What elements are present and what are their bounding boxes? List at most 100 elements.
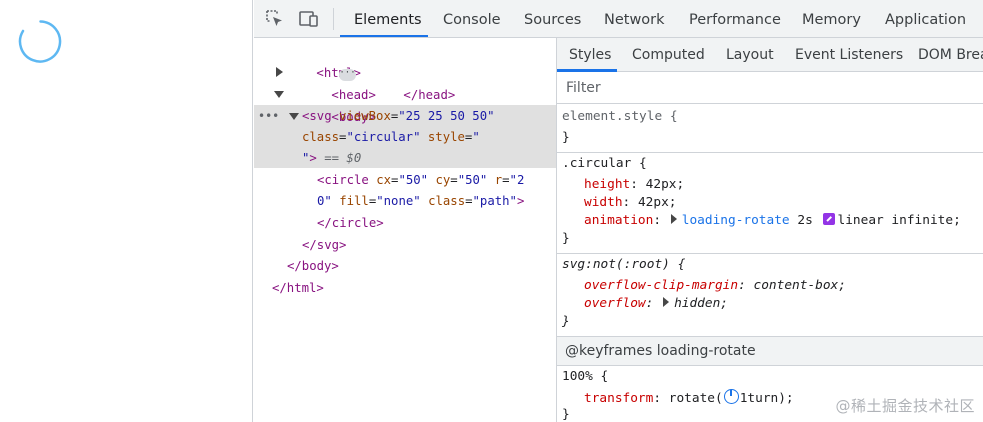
tab-event-listeners[interactable]: Event Listeners bbox=[795, 38, 903, 72]
val-height: 42px; bbox=[645, 177, 685, 192]
loading-spinner-icon bbox=[18, 20, 62, 63]
tag-circle-gt: > bbox=[516, 194, 525, 208]
rule-circular-close: } bbox=[562, 231, 570, 246]
dom-node-circle-close: </circle> bbox=[317, 213, 384, 235]
attr-viewbox: viewBox bbox=[339, 109, 391, 123]
val-fill: "none" bbox=[376, 194, 421, 208]
tab-sources[interactable]: Sources bbox=[524, 0, 581, 38]
tab-styles[interactable]: Styles bbox=[569, 38, 611, 72]
decl-transform[interactable]: transform: rotate(1turn); bbox=[584, 389, 794, 406]
val-viewbox: "25 25 50 50" bbox=[398, 109, 495, 123]
link-loading-rotate[interactable]: loading-rotate bbox=[682, 213, 790, 228]
page-preview bbox=[0, 0, 253, 422]
rule-separator bbox=[557, 152, 983, 153]
attr-class: class bbox=[302, 130, 340, 144]
tag-circle: <circle bbox=[317, 173, 369, 187]
val-r-part2: 0" bbox=[317, 194, 332, 208]
prop-animation: animation bbox=[584, 213, 654, 228]
val-style-open: " bbox=[472, 130, 480, 144]
rule-separator bbox=[557, 253, 983, 254]
val-cx: "50" bbox=[398, 173, 429, 187]
keyframe-selector[interactable]: 100% { bbox=[562, 369, 608, 384]
val-duration: 2s bbox=[797, 213, 813, 228]
tag-svg-close: </svg> bbox=[302, 238, 347, 252]
inspect-element-icon[interactable] bbox=[264, 8, 286, 30]
active-tab-indicator bbox=[340, 35, 428, 37]
rule-element-style-selector[interactable]: element.style { bbox=[562, 109, 678, 124]
dom-node-body-close: </body> bbox=[287, 256, 339, 278]
node-actions-icon[interactable]: ••• bbox=[258, 106, 279, 128]
val-width: 42px; bbox=[637, 195, 677, 210]
prop-width: width bbox=[584, 195, 623, 210]
dom-node-svg-line2: class="circular" style=" bbox=[302, 130, 480, 144]
val-class: "circular" bbox=[346, 130, 421, 144]
decl-height[interactable]: height: 42px; bbox=[584, 177, 684, 192]
filter-input[interactable] bbox=[566, 78, 866, 98]
attr-style: style bbox=[427, 130, 465, 144]
watermark: @稀土掘金技术社区 bbox=[835, 397, 975, 415]
collapse-body-icon[interactable] bbox=[274, 91, 284, 98]
val-circle-class: "path" bbox=[472, 194, 517, 208]
tag-head-close: </head> bbox=[403, 87, 456, 102]
tab-computed[interactable]: Computed bbox=[632, 38, 705, 72]
angle-clock-icon[interactable] bbox=[723, 389, 739, 404]
rule-svg-not-root-close: } bbox=[562, 314, 570, 329]
val-animation-rest: linear infinite; bbox=[837, 213, 961, 228]
expand-animation-icon[interactable] bbox=[670, 214, 677, 224]
dom-node-svg[interactable]: <svg viewBox="25 25 50 50" bbox=[302, 106, 495, 128]
tab-elements[interactable]: Elements bbox=[354, 0, 422, 38]
val-transform-fn: rotate( bbox=[668, 391, 723, 406]
rule-svg-not-root-selector[interactable]: svg:not(:root) { bbox=[562, 257, 685, 272]
val-r-part1: "2 bbox=[509, 173, 525, 187]
attr-cy: cy bbox=[435, 173, 451, 187]
tab-application[interactable]: Application bbox=[885, 0, 966, 38]
tag-body-close: </body> bbox=[287, 259, 339, 273]
val-cy: "50" bbox=[457, 173, 488, 187]
attr-fill: fill bbox=[339, 194, 369, 208]
decl-overflow-clip-margin[interactable]: overflow-clip-margin: content-box; bbox=[584, 278, 846, 293]
prop-transform: transform bbox=[584, 391, 654, 406]
tag-circle-close: </circle> bbox=[317, 216, 384, 230]
tag-html-close: </html> bbox=[272, 281, 324, 295]
tab-memory[interactable]: Memory bbox=[802, 0, 861, 38]
devtools-panel: Elements Console Sources Network Perform… bbox=[254, 0, 983, 422]
tab-performance[interactable]: Performance bbox=[689, 0, 781, 38]
tag-svg: <svg bbox=[302, 109, 332, 123]
tab-network[interactable]: Network bbox=[604, 0, 665, 38]
attr-circle-class: class bbox=[428, 194, 466, 208]
dom-tree: ••• <html> <head> ··· </head> <body> <sv… bbox=[254, 38, 556, 422]
collapse-svg-icon[interactable] bbox=[289, 113, 299, 120]
dom-node-svg-line3: "> == $0 bbox=[302, 148, 361, 170]
device-toolbar-icon[interactable] bbox=[298, 8, 320, 30]
filter-bar bbox=[557, 72, 983, 104]
prop-height: height bbox=[584, 177, 631, 192]
expand-overflow-icon[interactable] bbox=[663, 297, 670, 307]
toolbar-separator bbox=[333, 8, 334, 30]
dom-node-html-close: </html> bbox=[272, 278, 324, 300]
val-overflow-clip-margin: content-box; bbox=[753, 278, 846, 293]
sidebar-tabs: Styles Computed Layout Event Listeners D… bbox=[557, 38, 983, 72]
prop-overflow: overflow bbox=[584, 296, 646, 311]
tab-console[interactable]: Console bbox=[443, 0, 501, 38]
attr-cx: cx bbox=[376, 173, 392, 187]
val-transform: 1turn); bbox=[739, 391, 794, 406]
easing-editor-icon[interactable] bbox=[822, 213, 835, 225]
collapsed-ellipsis-icon[interactable]: ··· bbox=[339, 69, 356, 81]
prop-overflow-clip-margin: overflow-clip-margin bbox=[584, 278, 739, 293]
dom-node-circle[interactable]: <circle cx="50" cy="50" r="2 bbox=[317, 170, 524, 192]
styles-sidebar: Styles Computed Layout Event Listeners D… bbox=[557, 38, 983, 422]
selected-node-marker: == $0 bbox=[324, 151, 362, 165]
expand-head-icon[interactable] bbox=[276, 67, 283, 77]
tag-svg-gt: > bbox=[309, 151, 317, 165]
tab-layout[interactable]: Layout bbox=[726, 38, 774, 72]
decl-animation[interactable]: animation: loading-rotate 2s linear infi… bbox=[584, 213, 961, 228]
decl-width[interactable]: width: 42px; bbox=[584, 195, 676, 210]
keyframe-close: } bbox=[562, 407, 570, 422]
rule-circular-selector[interactable]: .circular { bbox=[562, 156, 647, 171]
val-overflow: hidden; bbox=[674, 296, 728, 311]
keyframes-header: @keyframes loading-rotate bbox=[557, 336, 983, 366]
dom-node-svg-close: </svg> bbox=[302, 235, 346, 257]
tab-dom-breakpoints[interactable]: DOM Brea bbox=[918, 38, 983, 72]
decl-overflow[interactable]: overflow: hidden; bbox=[584, 296, 728, 311]
main-toolbar: Elements Console Sources Network Perform… bbox=[254, 0, 983, 38]
